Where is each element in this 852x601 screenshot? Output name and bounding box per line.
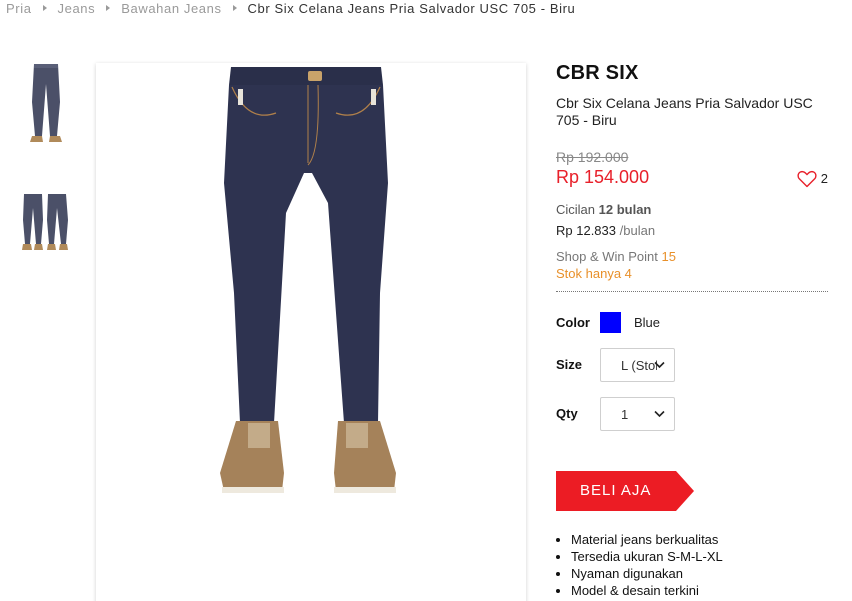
wishlist-count: 2 <box>820 171 828 186</box>
size-label: Size <box>556 357 583 372</box>
breadcrumb-separator-icon <box>42 5 47 11</box>
size-select[interactable]: L (Stok 4) <box>600 348 675 382</box>
color-name: Blue <box>634 315 661 330</box>
divider <box>556 291 828 292</box>
heart-icon <box>797 170 817 187</box>
jeans-thumbnail-image <box>22 194 68 250</box>
installment-amount: Rp 12.833 <box>556 223 616 238</box>
brand-name[interactable]: CBR SIX <box>556 62 828 85</box>
color-option-row: Color Blue <box>556 312 828 333</box>
original-price: Rp 192.000 <box>556 149 629 165</box>
breadcrumb-pria[interactable]: Pria <box>6 1 32 16</box>
installment-unit: /bulan <box>619 223 656 238</box>
buy-button-label: BELI AJA <box>580 482 652 499</box>
jeans-product-image <box>220 67 396 493</box>
color-swatch-blue[interactable] <box>600 312 621 333</box>
breadcrumb-current: Cbr Six Celana Jeans Pria Salvador USC 7… <box>247 0 576 16</box>
breadcrumb-jeans[interactable]: Jeans <box>58 1 96 16</box>
jeans-thumbnail-image <box>30 64 62 142</box>
qty-label: Qty <box>556 406 578 421</box>
qty-select[interactable]: 1 <box>600 397 675 431</box>
breadcrumb-bawahan-jeans[interactable]: Bawahan Jeans <box>121 1 221 16</box>
qty-option-row: Qty 1 <box>556 397 828 431</box>
main-product-image[interactable] <box>96 63 526 601</box>
stock-info: Stok hanya 4 <box>556 266 632 281</box>
points-value: 15 <box>661 249 676 264</box>
chevron-down-icon <box>654 361 665 369</box>
buy-now-button[interactable]: BELI AJA <box>556 471 694 511</box>
feature-item: Tersedia ukuran S-M-L-XL <box>571 548 828 565</box>
product-info-panel: CBR SIX Cbr Six Celana Jeans Pria Salvad… <box>556 62 828 599</box>
thumbnail-front-view[interactable] <box>20 62 72 142</box>
color-label: Color <box>556 315 590 330</box>
thumbnail-back-view[interactable] <box>20 180 72 260</box>
installment-value: Rp 12.833 /bulan <box>556 223 828 238</box>
breadcrumb: Pria Jeans Bawahan Jeans Cbr Six Celana … <box>6 0 575 16</box>
product-title: Cbr Six Celana Jeans Pria Salvador USC 7… <box>556 95 813 128</box>
installment-prefix: Cicilan <box>556 202 596 217</box>
sale-price: Rp 154.000 <box>556 167 650 187</box>
feature-item: Nyaman digunakan <box>571 565 828 582</box>
points-label: Shop & Win Point <box>556 249 658 264</box>
qty-selected-value: 1 <box>621 406 629 422</box>
breadcrumb-separator-icon <box>232 5 237 11</box>
wishlist-button[interactable]: 2 <box>797 170 828 188</box>
installment-months: 12 bulan <box>598 202 652 217</box>
breadcrumb-separator-icon <box>106 5 111 11</box>
feature-item: Model & desain terkini <box>571 582 828 599</box>
feature-list: Material jeans berkualitas Tersedia ukur… <box>556 531 828 599</box>
feature-item: Material jeans berkualitas <box>571 531 828 548</box>
shop-win-points: Shop & Win Point 15 <box>556 249 828 264</box>
chevron-down-icon <box>654 410 665 418</box>
price-row: Rp 154.000 2 <box>556 167 828 188</box>
size-option-row: Size L (Stok 4) <box>556 348 828 382</box>
installment-label: Cicilan 12 bulan <box>556 202 828 217</box>
size-selected-value: L (Stok 4) <box>621 357 657 373</box>
